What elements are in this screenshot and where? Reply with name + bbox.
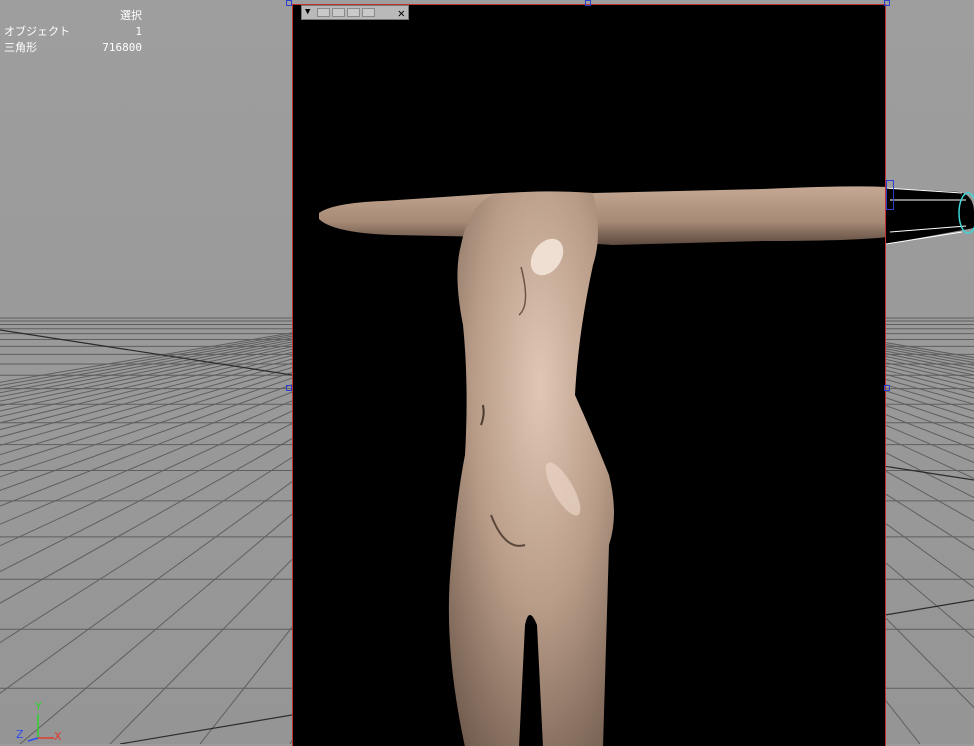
dropdown-arrow-icon[interactable]: ▼ [305, 8, 315, 17]
rendered-figure [319, 186, 885, 746]
resize-handle[interactable] [884, 0, 890, 6]
stat-value: 716800 [102, 41, 142, 54]
stat-label: オブジェクト [4, 25, 70, 38]
render-toolbar: ▼ ✕ [301, 5, 409, 20]
close-icon[interactable]: ✕ [398, 7, 405, 19]
axis-label-y: Y [35, 700, 42, 713]
axis-label-x: X [54, 730, 62, 743]
render-button[interactable] [362, 8, 375, 17]
render-region-window[interactable]: ▼ ✕ [292, 4, 886, 746]
axis-gizmo: Y Z X [16, 700, 76, 744]
panel-title: 選択 [120, 9, 142, 22]
stat-label: 三角形 [4, 41, 37, 54]
manipulator-handle[interactable] [886, 180, 894, 210]
stat-row-objects: オブジェクト 1 [4, 24, 142, 40]
render-button[interactable] [317, 8, 330, 17]
selection-stats-panel: 選択 オブジェクト 1 三角形 716800 [4, 8, 142, 56]
resize-handle[interactable] [884, 385, 890, 391]
stat-value: 1 [135, 25, 142, 38]
stat-row-triangles: 三角形 716800 [4, 40, 142, 56]
resize-handle[interactable] [286, 385, 292, 391]
render-button[interactable] [347, 8, 360, 17]
resize-handle[interactable] [286, 0, 292, 6]
axis-label-z: Z [16, 728, 24, 741]
render-button[interactable] [332, 8, 345, 17]
resize-handle[interactable] [585, 0, 591, 6]
